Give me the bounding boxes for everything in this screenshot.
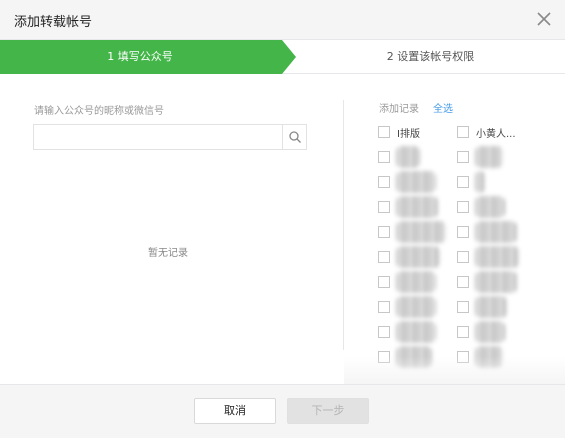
record-item[interactable] xyxy=(457,221,537,243)
record-item[interactable] xyxy=(457,271,537,293)
dialog-header: 添加转载帐号 xyxy=(0,0,565,40)
step-2-label: 2 设置该帐号权限 xyxy=(386,50,475,63)
record-name: I排版 xyxy=(397,129,420,140)
step-indicator: 1 填写公众号 2 设置该帐号权限 xyxy=(0,40,565,74)
step-1-label: 1 填写公众号 xyxy=(107,50,173,63)
record-item[interactable]: 小黄人... xyxy=(457,124,537,140)
record-checkbox[interactable] xyxy=(378,176,390,188)
redacted-name xyxy=(475,321,505,343)
redacted-name xyxy=(396,296,436,318)
record-item[interactable] xyxy=(378,246,458,268)
redacted-name xyxy=(396,196,438,218)
search-box xyxy=(33,124,307,150)
redacted-name xyxy=(396,171,436,193)
record-checkbox[interactable] xyxy=(457,251,469,263)
record-checkbox[interactable] xyxy=(378,251,390,263)
select-all-link[interactable]: 全选 xyxy=(433,100,453,115)
record-item[interactable] xyxy=(457,146,537,168)
redacted-name xyxy=(475,246,519,268)
record-item[interactable] xyxy=(378,271,458,293)
record-checkbox[interactable] xyxy=(378,301,390,313)
record-item[interactable] xyxy=(378,196,458,218)
dialog-footer: 取消 下一步 xyxy=(0,384,565,438)
empty-state-text: 暂无记录 xyxy=(148,248,188,259)
dialog-title: 添加转载帐号 xyxy=(14,15,93,30)
record-item[interactable] xyxy=(457,321,537,343)
records-title: 添加记录 xyxy=(379,104,419,115)
redacted-name xyxy=(396,246,440,268)
record-item[interactable] xyxy=(378,321,458,343)
redacted-name xyxy=(475,221,517,243)
redacted-name xyxy=(475,146,503,168)
record-checkbox[interactable] xyxy=(457,301,469,313)
records-grid: I排版 小黄人... xyxy=(378,124,543,384)
record-item[interactable] xyxy=(457,246,537,268)
step-1-active: 1 填写公众号 xyxy=(0,40,296,74)
redacted-name xyxy=(475,171,485,193)
search-prompt-label: 请输入公众号的昵称或微信号 xyxy=(34,106,164,117)
record-item[interactable]: I排版 xyxy=(378,124,458,140)
redacted-name xyxy=(396,221,446,243)
record-checkbox[interactable] xyxy=(378,126,390,138)
redacted-name xyxy=(396,146,420,168)
redacted-name xyxy=(396,321,436,343)
record-checkbox[interactable] xyxy=(378,201,390,213)
redacted-name xyxy=(396,271,436,293)
search-icon[interactable] xyxy=(282,125,306,149)
redacted-name xyxy=(475,296,507,318)
record-checkbox[interactable] xyxy=(378,326,390,338)
cancel-button[interactable]: 取消 xyxy=(194,398,276,424)
record-item[interactable] xyxy=(378,146,458,168)
record-checkbox[interactable] xyxy=(457,201,469,213)
record-checkbox[interactable] xyxy=(378,151,390,163)
record-checkbox[interactable] xyxy=(457,176,469,188)
record-checkbox[interactable] xyxy=(457,226,469,238)
record-checkbox[interactable] xyxy=(457,126,469,138)
pane-divider xyxy=(343,100,344,350)
next-step-button[interactable]: 下一步 xyxy=(287,398,369,424)
redacted-name xyxy=(475,196,505,218)
record-item[interactable] xyxy=(457,296,537,318)
record-checkbox[interactable] xyxy=(457,326,469,338)
record-item[interactable] xyxy=(378,171,458,193)
record-checkbox[interactable] xyxy=(457,276,469,288)
record-item[interactable] xyxy=(378,221,458,243)
record-name: 小黄人... xyxy=(476,129,516,140)
list-fade xyxy=(344,356,565,384)
record-checkbox[interactable] xyxy=(457,151,469,163)
record-checkbox[interactable] xyxy=(378,226,390,238)
record-item[interactable] xyxy=(378,296,458,318)
search-input[interactable] xyxy=(34,125,282,149)
record-checkbox[interactable] xyxy=(378,276,390,288)
close-icon[interactable] xyxy=(533,8,555,30)
record-item[interactable] xyxy=(457,196,537,218)
add-repost-account-dialog: 添加转载帐号 1 填写公众号 2 设置该帐号权限 请输入公众号的昵称或微信号 暂… xyxy=(0,0,565,438)
record-item[interactable] xyxy=(457,171,537,193)
redacted-name xyxy=(475,271,517,293)
